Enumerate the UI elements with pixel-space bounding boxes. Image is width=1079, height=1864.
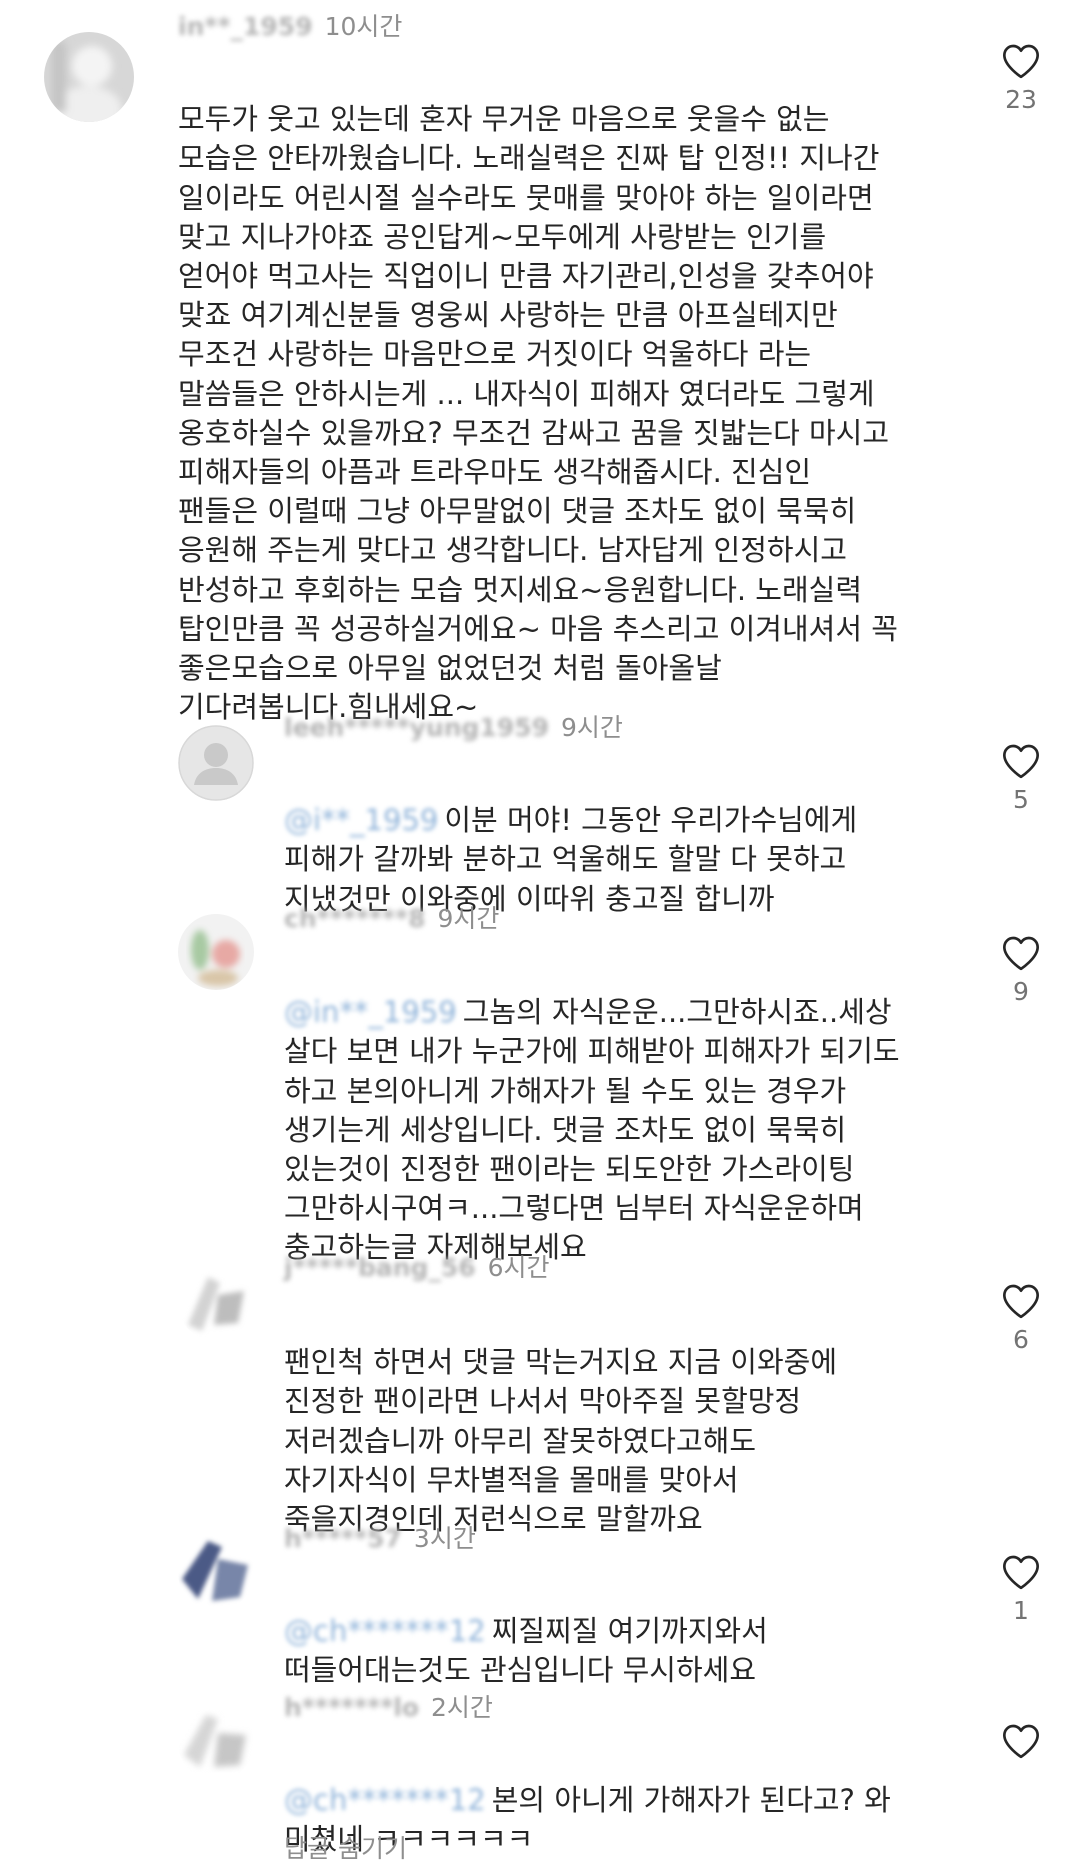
comment-meta: h*****57 3시간	[284, 1524, 476, 1554]
mention[interactable]: @i**_1959	[284, 801, 438, 840]
timestamp: 9시간	[560, 713, 623, 742]
like-count: 6	[1013, 1325, 1029, 1354]
like-button[interactable]: 1	[991, 1553, 1051, 1626]
like-count: 9	[1013, 977, 1029, 1006]
mention[interactable]: @ch*******12	[284, 1781, 486, 1820]
avatar-image	[44, 32, 134, 122]
default-person-icon	[178, 725, 254, 801]
avatar[interactable]	[178, 1535, 254, 1611]
heart-outline-icon	[1003, 1555, 1039, 1590]
timestamp: 6시간	[487, 1253, 550, 1282]
like-button[interactable]: 23	[991, 42, 1051, 115]
mention[interactable]: @in**_1959	[284, 993, 457, 1032]
comment-body: 팬인척 하면서 댓글 막는거지요 지금 이와중에 진정한 팬이라면 나서서 막아…	[284, 1345, 838, 1537]
avatar-image	[178, 914, 254, 990]
heart-outline-icon	[1003, 744, 1039, 779]
timestamp: 2시간	[431, 1693, 493, 1722]
like-count: 5	[1013, 785, 1029, 814]
comment-body: 모두가 웃고 있는데 혼자 무거운 마음으로 웃을수 없는 모습은 안타까웠습니…	[178, 102, 898, 725]
avatar-image	[178, 1535, 254, 1611]
heart-outline-icon	[1003, 936, 1039, 971]
timestamp: 10시간	[324, 12, 403, 41]
avatar-image	[178, 1265, 254, 1341]
hide-replies-link[interactable]: 답글 숨기기	[284, 1834, 407, 1864]
like-button[interactable]: 9	[991, 934, 1051, 1007]
username[interactable]: leeh*****yung1959	[284, 713, 549, 743]
comment-meta: leeh*****yung1959 9시간	[284, 713, 623, 743]
timestamp: 3시간	[413, 1524, 476, 1553]
like-button[interactable]: 5	[991, 742, 1051, 815]
username[interactable]: j*****bang_56	[284, 1253, 476, 1283]
like-count: 1	[1013, 1596, 1029, 1625]
comment-meta: h*******lo 2시간	[284, 1693, 493, 1723]
timestamp: 9시간	[437, 904, 500, 933]
comment-meta: j*****bang_56 6시간	[284, 1253, 550, 1283]
username[interactable]: h*****57	[284, 1524, 402, 1554]
avatar[interactable]	[44, 32, 134, 122]
comment-text: 모두가 웃고 있는데 혼자 무거운 마음으로 웃을수 없는 모습은 안타까웠습니…	[178, 61, 978, 727]
like-button[interactable]	[991, 1722, 1051, 1765]
comment-text: @i**_1959 이분 머야! 그동안 우리가수님에게 피해가 갈까봐 분하고 …	[284, 762, 964, 919]
comment-text: @ch*******12 찌질찌질 여기까지와서 떠들어대는것도 관심입니다 무시…	[284, 1573, 964, 1691]
avatar-image	[178, 1705, 254, 1781]
avatar[interactable]	[178, 1265, 254, 1341]
comment-meta: in**_1959 10시간	[178, 12, 402, 42]
username[interactable]: h*******lo	[284, 1693, 419, 1723]
avatar[interactable]	[178, 725, 254, 801]
heart-outline-icon	[1003, 1724, 1039, 1759]
heart-outline-icon	[1003, 44, 1039, 79]
comment-text: 팬인척 하면서 댓글 막는거지요 지금 이와중에 진정한 팬이라면 나서서 막아…	[284, 1304, 964, 1539]
avatar[interactable]	[178, 914, 254, 990]
heart-outline-icon	[1003, 1284, 1039, 1319]
like-count: 23	[1005, 85, 1037, 114]
comment-text: @in**_1959 그놈의 자식운운...그만하시죠..세상 살다 보면 내가 …	[284, 954, 974, 1268]
comment-body: 그놈의 자식운운...그만하시죠..세상 살다 보면 내가 누군가에 피해받아 …	[284, 995, 900, 1265]
like-button[interactable]: 6	[991, 1282, 1051, 1355]
username[interactable]: in**_1959	[178, 12, 313, 42]
avatar[interactable]	[178, 1705, 254, 1781]
mention[interactable]: @ch*******12	[284, 1612, 486, 1651]
username[interactable]: ch*******8	[284, 904, 426, 934]
comment-meta: ch*******8 9시간	[284, 904, 499, 934]
